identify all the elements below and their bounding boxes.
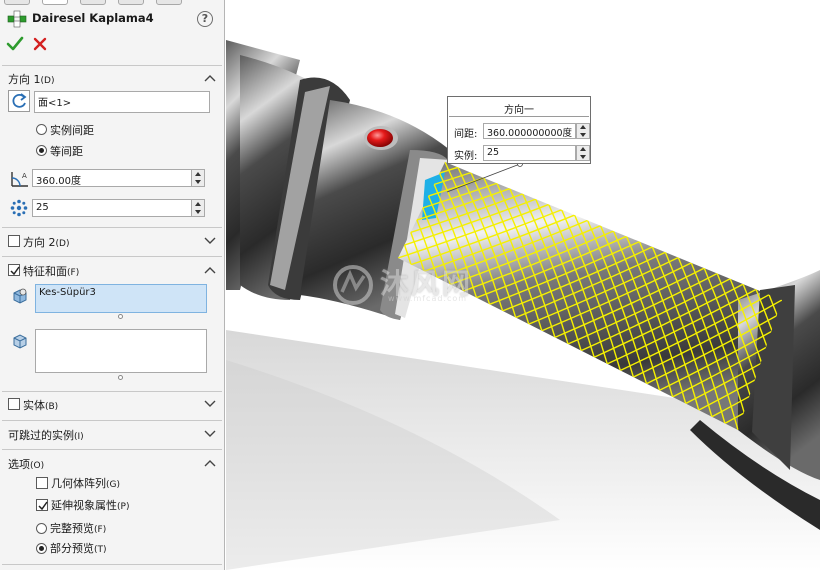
chevron-up-icon[interactable] — [204, 266, 216, 274]
direction-callout: 方向一 间距: 360.000000000度 实例: 25 — [447, 96, 591, 164]
features-list[interactable]: Kes-Süpür3 — [35, 284, 207, 313]
direction2-shortcut: (D) — [55, 239, 70, 249]
list-resize-handle[interactable] — [118, 314, 123, 319]
callout-instances-label: 实例: — [454, 151, 478, 162]
watermark-icon — [333, 265, 373, 305]
tab-display-manager[interactable] — [156, 0, 182, 5]
full-preview-radio[interactable] — [36, 523, 47, 534]
tab-property-manager[interactable] — [42, 0, 68, 5]
equal-spacing-label: 等间距 — [50, 145, 83, 158]
bodies-shortcut: (B) — [45, 402, 59, 412]
chevron-down-icon[interactable] — [204, 237, 216, 245]
angle-icon: A — [11, 172, 28, 187]
features-list-item[interactable]: Kes-Süpür3 — [39, 287, 96, 298]
angle-spinner[interactable] — [191, 169, 205, 187]
separator — [2, 420, 222, 421]
graphics-viewport[interactable]: 沐风网 www.mfcad.com — [226, 0, 820, 570]
skip-instances-shortcut: (I) — [74, 432, 84, 442]
features-to-pattern-icon — [13, 288, 27, 304]
faces-to-pattern-icon — [13, 334, 27, 349]
features-faces-header[interactable]: 特征和面(F) — [23, 263, 79, 279]
geometry-pattern-checkbox[interactable] — [36, 477, 48, 489]
instance-spacing-radio[interactable] — [36, 124, 47, 135]
separator — [2, 449, 222, 450]
propagate-visual-label: 延伸视象属性(P) — [51, 499, 130, 512]
features-faces-checkbox[interactable] — [8, 264, 20, 276]
watermark-logo: 沐风网 www.mfcad.com — [330, 262, 495, 312]
direction-reference-field[interactable]: 面<1> — [34, 91, 210, 113]
chevron-up-icon[interactable] — [204, 74, 216, 82]
angle-field[interactable]: 360.00度 — [32, 169, 192, 187]
callout-instances-field[interactable]: 25 — [483, 145, 576, 161]
reverse-direction-button[interactable] — [8, 90, 30, 112]
options-header[interactable]: 选项(O) — [8, 456, 44, 472]
chevron-down-icon[interactable] — [204, 400, 216, 408]
direction1-title: 方向 1 — [8, 73, 41, 86]
callout-spacing-spinner[interactable] — [576, 123, 590, 139]
callout-spacing-field[interactable]: 360.000000000度 — [483, 123, 576, 139]
callout-instances-spinner[interactable] — [576, 145, 590, 161]
callout-divider — [449, 116, 589, 117]
full-preview-label: 完整预览(F) — [50, 522, 107, 535]
panel-tabs — [0, 0, 224, 6]
direction1-header[interactable]: 方向 1(D) — [8, 71, 54, 87]
faces-list[interactable] — [35, 329, 207, 373]
ok-check-button[interactable] — [6, 35, 24, 53]
list-resize-handle[interactable] — [118, 375, 123, 380]
instance-count-icon — [10, 199, 28, 217]
direction2-title: 方向 2 — [23, 236, 56, 249]
skip-instances-title: 可跳过的实例 — [8, 429, 74, 442]
callout-title: 方向一 — [504, 105, 534, 116]
bodies-checkbox[interactable] — [8, 398, 20, 410]
skip-instances-header[interactable]: 可跳过的实例(I) — [8, 427, 84, 443]
property-manager-panel: Dairesel Kaplama4 ? 方向 1(D) 面<1> 实例间距 等间… — [0, 0, 225, 570]
help-icon[interactable]: ? — [197, 11, 213, 27]
flashlight-3d-model[interactable] — [226, 0, 820, 570]
separator — [2, 65, 222, 66]
cancel-x-button[interactable] — [32, 36, 48, 52]
tab-feature-manager[interactable] — [4, 0, 30, 5]
partial-preview-radio[interactable] — [36, 543, 47, 554]
bodies-header[interactable]: 实体(B) — [23, 397, 58, 413]
direction1-shortcut: (D) — [40, 76, 55, 86]
chevron-down-icon[interactable] — [204, 430, 216, 438]
chevron-up-icon[interactable] — [204, 459, 216, 467]
direction2-checkbox[interactable] — [8, 235, 20, 247]
bodies-title: 实体 — [23, 399, 45, 412]
geometry-pattern-label: 几何体阵列(G) — [51, 477, 120, 490]
separator — [2, 227, 222, 228]
separator — [2, 564, 222, 565]
features-faces-title: 特征和面 — [23, 265, 67, 278]
rotate-arrow-icon — [12, 93, 27, 108]
separator — [2, 256, 222, 257]
instance-count-spinner[interactable] — [191, 199, 205, 217]
instance-spacing-label: 实例间距 — [50, 124, 94, 137]
circular-wrap-pattern-icon — [7, 10, 27, 28]
callout-spacing-label: 间距: — [454, 129, 478, 140]
instance-count-field[interactable]: 25 — [32, 199, 192, 217]
svg-text:A: A — [22, 172, 27, 180]
partial-preview-label: 部分预览(T) — [50, 542, 107, 555]
tab-dimxpert-manager[interactable] — [118, 0, 144, 5]
separator — [2, 391, 222, 392]
direction2-header[interactable]: 方向 2(D) — [23, 234, 69, 250]
options-shortcut: (O) — [30, 461, 45, 471]
features-faces-shortcut: (F) — [67, 268, 80, 278]
equal-spacing-radio[interactable] — [36, 145, 47, 156]
watermark-url: www.mfcad.com — [388, 294, 468, 303]
tab-configuration-manager[interactable] — [80, 0, 106, 5]
options-title: 选项 — [8, 458, 30, 471]
feature-title: Dairesel Kaplama4 — [32, 11, 154, 25]
propagate-visual-checkbox[interactable] — [36, 499, 48, 511]
